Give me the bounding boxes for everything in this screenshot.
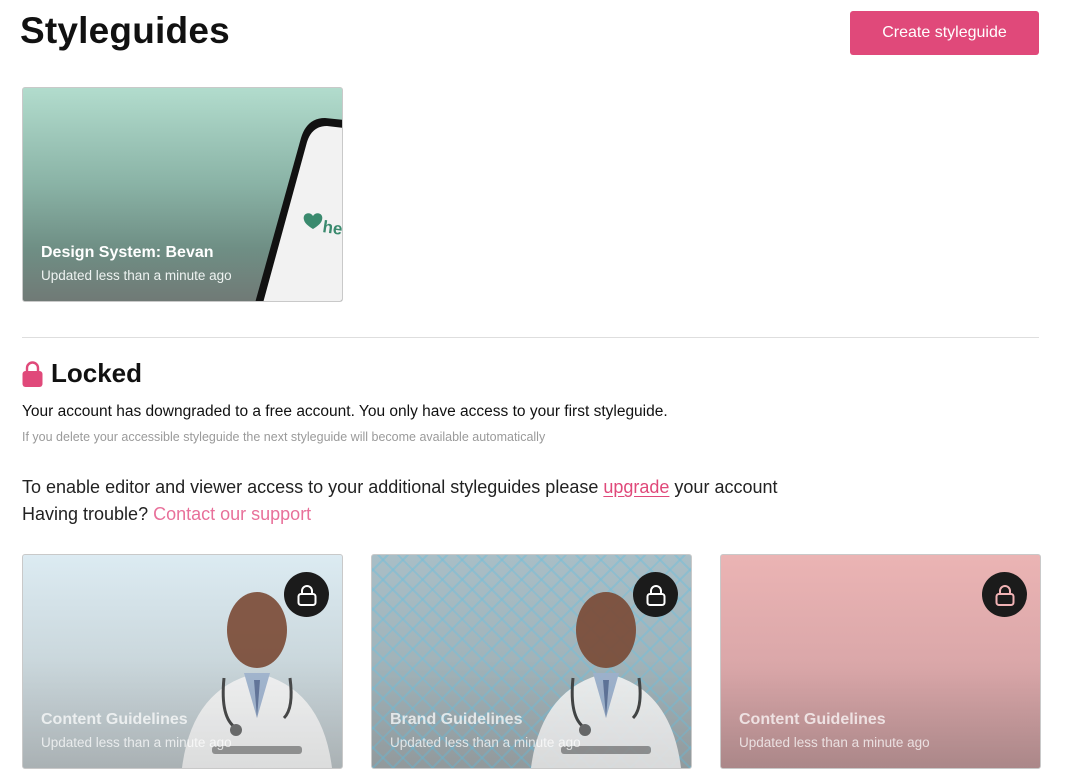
lock-icon: [297, 584, 316, 606]
create-styleguide-button[interactable]: Create styleguide: [850, 11, 1039, 55]
locked-styleguide-card[interactable]: Brand Guidelines Updated less than a min…: [371, 554, 692, 769]
downgrade-message: Your account has downgraded to a free ac…: [22, 403, 668, 420]
trouble-prefix: Having trouble?: [22, 504, 154, 524]
locked-title: Locked: [51, 358, 143, 388]
locked-styleguide-card[interactable]: Content Guidelines Updated less than a m…: [720, 554, 1041, 769]
styleguide-title: Brand Guidelines: [390, 711, 523, 728]
styleguide-title: Design System: Bevan: [41, 244, 214, 261]
contact-support-link[interactable]: Contact our support: [153, 504, 311, 524]
page-title: Styleguides: [20, 10, 230, 51]
styleguide-title: Content Guidelines: [739, 711, 886, 728]
section-divider: [22, 337, 1039, 338]
upgrade-message: To enable editor and viewer access to yo…: [22, 477, 777, 498]
padlock-icon: [22, 360, 43, 387]
styleguide-updated: Updated less than a minute ago: [390, 735, 581, 750]
upgrade-suffix: your account: [669, 477, 778, 497]
delete-note: If you delete your accessible styleguide…: [22, 430, 546, 444]
lock-badge: [633, 572, 678, 617]
lock-icon: [646, 584, 665, 606]
locked-styleguide-card[interactable]: Content Guidelines Updated less than a m…: [22, 554, 343, 769]
upgrade-prefix: To enable editor and viewer access to yo…: [22, 477, 604, 497]
upgrade-link[interactable]: upgrade: [603, 477, 669, 497]
lock-badge: [982, 572, 1027, 617]
lock-badge: [284, 572, 329, 617]
styleguide-updated: Updated less than a minute ago: [41, 735, 232, 750]
lock-icon: [995, 584, 1014, 606]
styleguide-updated: Updated less than a minute ago: [41, 268, 232, 283]
styleguides-page: Styleguides Create styleguide hea Design…: [0, 0, 1066, 784]
styleguide-updated: Updated less than a minute ago: [739, 735, 930, 750]
locked-heading: Locked: [22, 358, 142, 389]
styleguide-card-design-system[interactable]: hea Design System: Bevan Updated less th…: [22, 87, 343, 302]
trouble-message: Having trouble? Contact our support: [22, 504, 311, 525]
styleguide-title: Content Guidelines: [41, 711, 188, 728]
